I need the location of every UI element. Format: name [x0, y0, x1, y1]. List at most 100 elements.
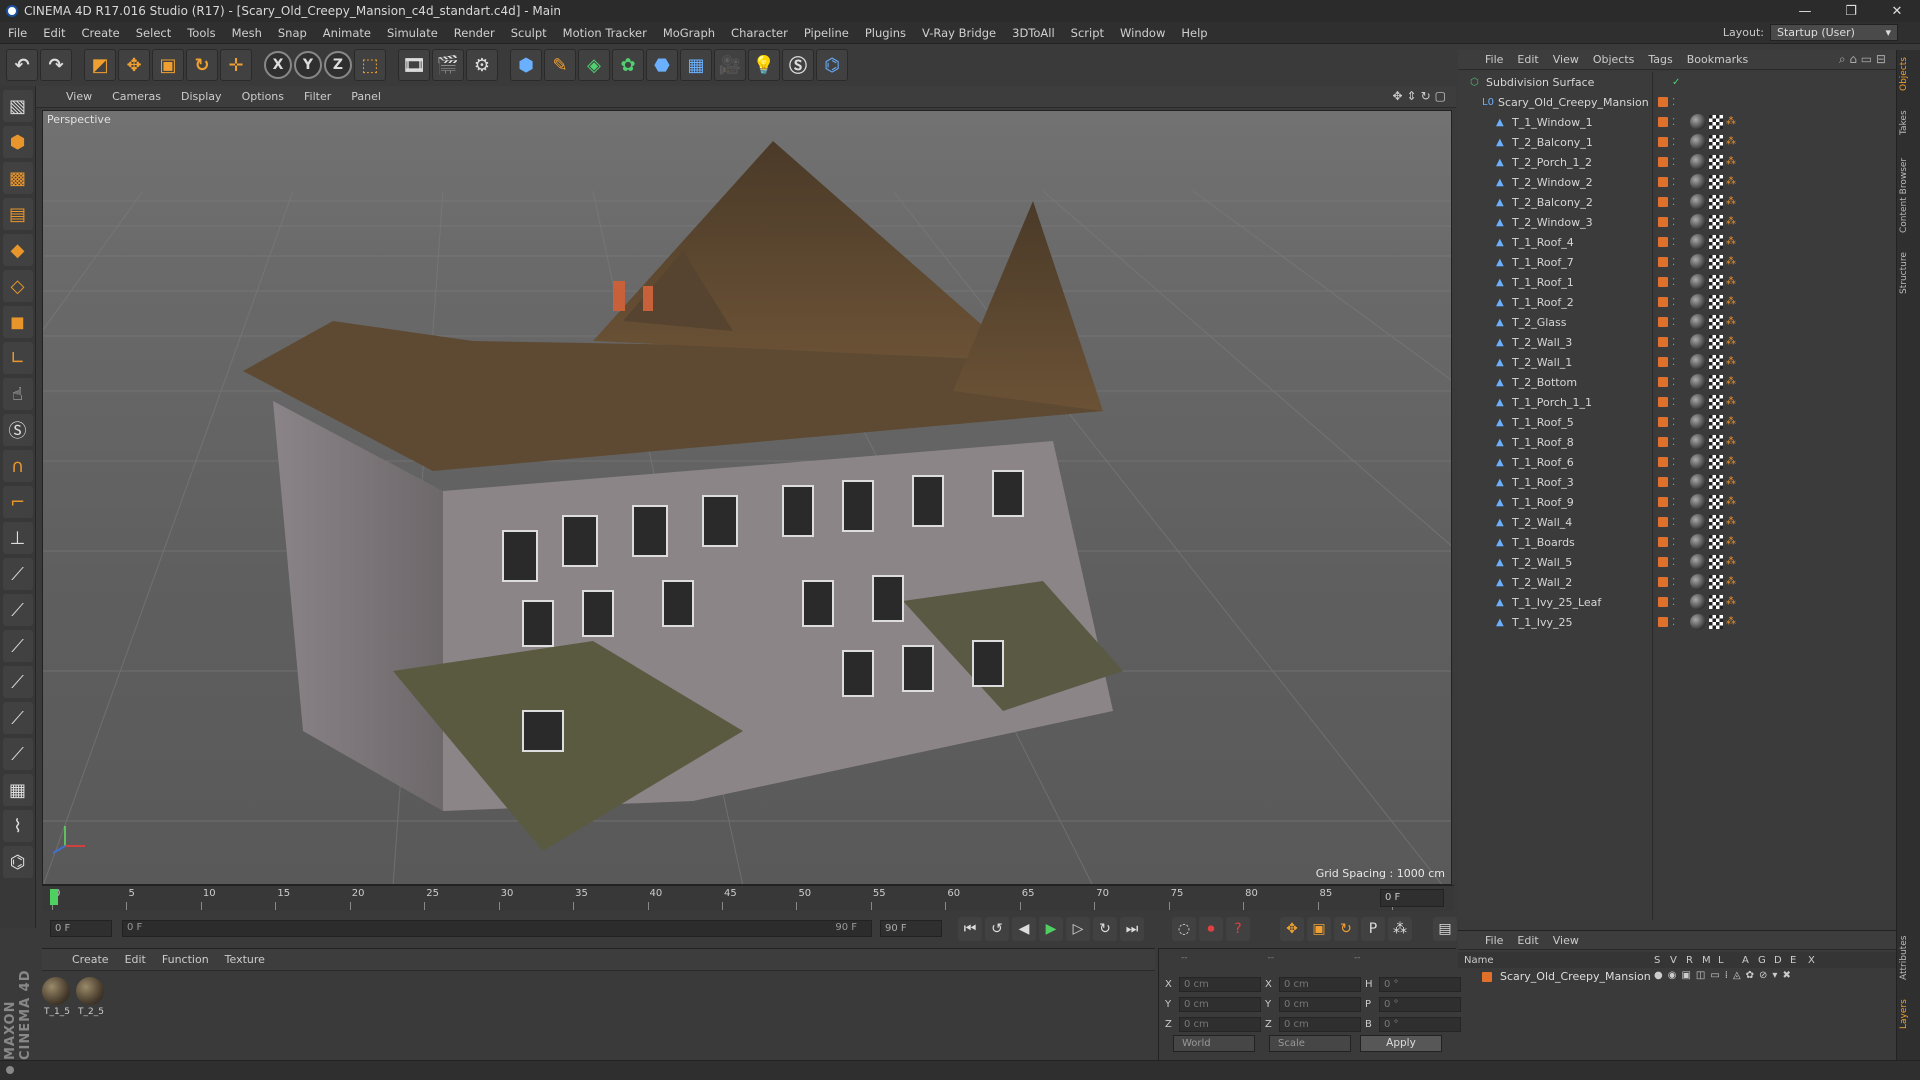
object-row[interactable]: ▲ T_1_Roof_8 ⁚ ⁂: [1458, 432, 1896, 452]
lock-workplane-icon[interactable]: ⊥: [2, 522, 33, 554]
workplane-icon[interactable]: ⌐: [2, 486, 33, 518]
visibility-dots-icon[interactable]: ⁚: [1672, 357, 1675, 368]
rotation-b-field[interactable]: 0 °: [1379, 1017, 1461, 1032]
uvw-tag-icon[interactable]: [1709, 435, 1723, 449]
menu-tools[interactable]: Tools: [179, 26, 223, 40]
search-icon[interactable]: ⌕ ⌂ ▭ ⊟: [1839, 52, 1886, 67]
key-pla-icon[interactable]: ⁂: [1388, 917, 1412, 941]
range-slider[interactable]: 0 F 90 F: [122, 920, 872, 937]
object-row[interactable]: ▲ T_1_Ivy_25 ⁚ ⁂: [1458, 612, 1896, 632]
layer-color-swatch[interactable]: [1658, 317, 1668, 327]
phong-tag-icon[interactable]: ⁂: [1726, 617, 1736, 627]
material-tag-icon[interactable]: [1690, 554, 1706, 570]
size-z-field[interactable]: 0 cm: [1279, 1017, 1361, 1032]
size-x-field[interactable]: 0 cm: [1279, 977, 1361, 992]
size-mode-dropdown[interactable]: Scale: [1269, 1035, 1351, 1052]
minimize-button[interactable]: —: [1782, 0, 1828, 22]
uvw-tag-icon[interactable]: [1709, 115, 1723, 129]
magnet-icon[interactable]: ∩: [2, 450, 33, 482]
viewport-menu-view[interactable]: View: [58, 90, 100, 103]
menu-motion-tracker[interactable]: Motion Tracker: [555, 26, 655, 40]
visibility-dots-icon[interactable]: ⁚: [1672, 377, 1675, 388]
phong-tag-icon[interactable]: ⁂: [1726, 317, 1736, 327]
objects-menu-objects[interactable]: Objects: [1586, 53, 1642, 66]
object-row[interactable]: ▲ T_2_Wall_5 ⁚ ⁂: [1458, 552, 1896, 572]
record-off-icon[interactable]: ◌: [1172, 917, 1196, 941]
menu-file[interactable]: File: [0, 26, 35, 40]
timeline-window-icon[interactable]: ▤: [1433, 917, 1457, 941]
phong-tag-icon[interactable]: ⁂: [1726, 377, 1736, 387]
material-tag-icon[interactable]: [1690, 594, 1706, 610]
uvw-tag-icon[interactable]: [1709, 455, 1723, 469]
prev-key-icon[interactable]: ↺: [985, 917, 1009, 941]
camera-icon[interactable]: 🎥: [714, 49, 746, 81]
layer-color-swatch[interactable]: [1658, 157, 1668, 167]
material-tag-icon[interactable]: [1690, 574, 1706, 590]
object-row[interactable]: ▲ T_1_Roof_4 ⁚ ⁂: [1458, 232, 1896, 252]
material-tag-icon[interactable]: [1690, 614, 1706, 630]
position-y-field[interactable]: 0 cm: [1179, 997, 1261, 1012]
material-tag-icon[interactable]: [1690, 254, 1706, 270]
material-menu-texture[interactable]: Texture: [217, 953, 273, 966]
object-row[interactable]: ▲ T_2_Wall_3 ⁚ ⁂: [1458, 332, 1896, 352]
current-frame-field[interactable]: 0 F: [1380, 889, 1444, 907]
material-tag-icon[interactable]: [1690, 154, 1706, 170]
menu-help[interactable]: Help: [1173, 26, 1215, 40]
menu-create[interactable]: Create: [74, 26, 128, 40]
render-view-icon[interactable]: 🎞: [398, 49, 430, 81]
planar-workplane-icon[interactable]: ⟋: [2, 558, 33, 590]
undo-button[interactable]: ↶: [6, 49, 38, 81]
object-row[interactable]: ▲ T_2_Balcony_2 ⁚ ⁂: [1458, 192, 1896, 212]
object-row[interactable]: ▲ T_2_Porch_1_2 ⁚ ⁂: [1458, 152, 1896, 172]
layer-color-swatch[interactable]: [1658, 177, 1668, 187]
layer-color-swatch[interactable]: [1658, 537, 1668, 547]
key-scale-icon[interactable]: ▣: [1307, 917, 1331, 941]
object-row[interactable]: ▲ T_2_Wall_2 ⁚ ⁂: [1458, 572, 1896, 592]
uvw-tag-icon[interactable]: [1709, 295, 1723, 309]
key-position-icon[interactable]: ✥: [1280, 917, 1304, 941]
phong-tag-icon[interactable]: ⁂: [1726, 117, 1736, 127]
phong-tag-icon[interactable]: ⁂: [1726, 337, 1736, 347]
rotate-tool-icon[interactable]: ↻: [186, 49, 218, 81]
layers-menu-file[interactable]: File: [1478, 934, 1510, 947]
viewport-menu-filter[interactable]: Filter: [296, 90, 339, 103]
rotation-h-field[interactable]: 0 °: [1379, 977, 1461, 992]
pan-icon[interactable]: ✥: [1392, 89, 1402, 103]
material-tag-icon[interactable]: [1690, 394, 1706, 410]
timeline-ruler[interactable]: 051015202530354045505560657075808590 0 F: [42, 885, 1454, 911]
uvw-tag-icon[interactable]: [1709, 235, 1723, 249]
object-row[interactable]: ▲ T_2_Bottom ⁚ ⁂: [1458, 372, 1896, 392]
uvw-tag-icon[interactable]: [1709, 315, 1723, 329]
uvw-tag-icon[interactable]: [1709, 215, 1723, 229]
menu-script[interactable]: Script: [1063, 26, 1112, 40]
menu-mograph[interactable]: MoGraph: [655, 26, 723, 40]
material-tag-icon[interactable]: [1690, 434, 1706, 450]
objects-menu-bookmarks[interactable]: Bookmarks: [1680, 53, 1755, 66]
floor-object-icon[interactable]: ▦: [680, 49, 712, 81]
visibility-dots-icon[interactable]: ⁚: [1672, 557, 1675, 568]
cube-object-icon[interactable]: ⬢: [510, 49, 542, 81]
maximize-button[interactable]: ❐: [1828, 0, 1874, 22]
visibility-dots-icon[interactable]: ⁚: [1672, 237, 1675, 248]
make-editable-icon[interactable]: ▧: [2, 90, 33, 122]
object-row[interactable]: ▲ T_1_Porch_1_1 ⁚ ⁂: [1458, 392, 1896, 412]
z-axis-lock-icon[interactable]: Z: [324, 51, 352, 79]
object-row[interactable]: ▲ T_1_Roof_5 ⁚ ⁂: [1458, 412, 1896, 432]
object-row[interactable]: ▲ T_2_Wall_1 ⁚ ⁂: [1458, 352, 1896, 372]
material-swatch[interactable]: T_2_5: [76, 977, 106, 1017]
uvw-tag-icon[interactable]: [1709, 535, 1723, 549]
phong-tag-icon[interactable]: ⁂: [1726, 357, 1736, 367]
menu-pipeline[interactable]: Pipeline: [796, 26, 857, 40]
key-rotation-icon[interactable]: ↻: [1334, 917, 1358, 941]
redo-button[interactable]: ↷: [40, 49, 72, 81]
object-row[interactable]: ▲ T_1_Ivy_25_Leaf ⁚ ⁂: [1458, 592, 1896, 612]
object-row[interactable]: ▲ T_1_Roof_3 ⁚ ⁂: [1458, 472, 1896, 492]
tab-attributes[interactable]: Attributes: [1899, 930, 1917, 986]
visibility-dots-icon[interactable]: ⁚: [1672, 617, 1675, 628]
material-tag-icon[interactable]: [1690, 334, 1706, 350]
visibility-dots-icon[interactable]: ⁚: [1672, 577, 1675, 588]
visibility-dots-icon[interactable]: ⁚: [1672, 437, 1675, 448]
uvw-tag-icon[interactable]: [1709, 195, 1723, 209]
subdivision-surface-icon[interactable]: ◈: [578, 49, 610, 81]
object-row[interactable]: ▲ T_1_Roof_7 ⁚ ⁂: [1458, 252, 1896, 272]
